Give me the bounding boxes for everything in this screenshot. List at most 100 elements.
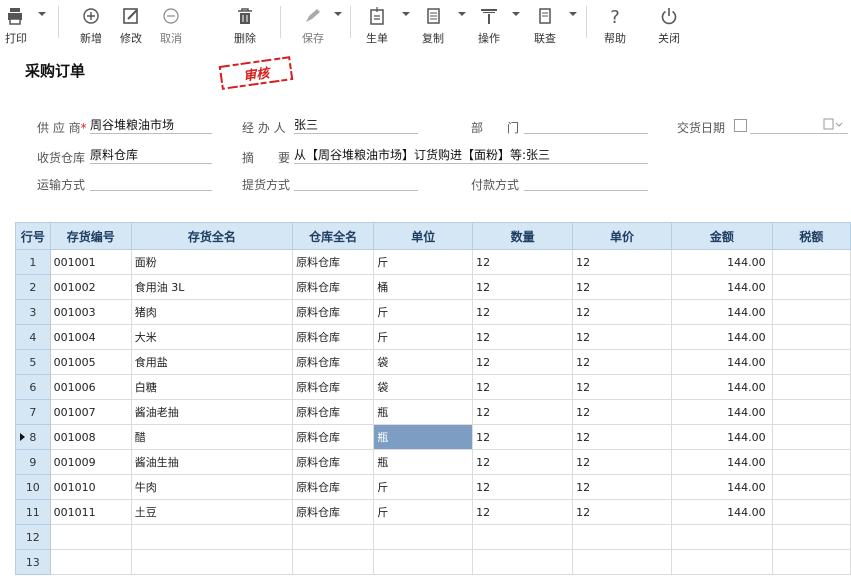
cell-amount[interactable]: 144.00 — [671, 374, 773, 400]
cell-warehouse[interactable]: 原料仓库 — [292, 449, 375, 475]
generate-dropdown-icon[interactable] — [402, 12, 410, 16]
cell-unit[interactable]: 斤 — [373, 324, 474, 350]
cell-item-name[interactable]: 牛肉 — [130, 474, 294, 500]
cell-tax[interactable] — [771, 374, 851, 400]
cell-item-name[interactable]: 大米 — [130, 324, 294, 350]
cell-item-name[interactable]: 酱油老抽 — [130, 399, 294, 425]
cell-quantity[interactable]: 12 — [472, 324, 574, 350]
cell-quantity[interactable]: 12 — [472, 349, 574, 375]
table-row[interactable]: 6 001006 白糖 原料仓库袋 12 12 144.00 — [15, 374, 851, 400]
cell-warehouse[interactable]: 原料仓库 — [292, 424, 375, 450]
cell-tax[interactable] — [771, 349, 851, 375]
column-header-amount[interactable]: 金额 — [671, 222, 773, 250]
cell-quantity[interactable]: 12 — [472, 274, 574, 300]
cell-tax[interactable] — [771, 324, 851, 350]
cell-amount[interactable]: 144.00 — [671, 324, 773, 350]
cell-amount[interactable] — [671, 549, 773, 575]
cell-quantity[interactable]: 12 — [472, 474, 574, 500]
dept-field[interactable] — [524, 117, 648, 134]
table-row[interactable]: 13 — [15, 549, 851, 575]
close-button[interactable]: 关闭 — [652, 0, 686, 45]
supplier-field[interactable]: 周谷堆粮油市场 — [90, 117, 212, 134]
cell-item-name[interactable]: 食用盐 — [130, 349, 294, 375]
summary-field[interactable]: 从【周谷堆粮油市场】订货购进【面粉】等:张三 — [294, 147, 648, 164]
cell-amount[interactable]: 144.00 — [671, 449, 773, 475]
cell-item-name[interactable]: 猪肉 — [130, 299, 294, 325]
cell-warehouse[interactable]: 原料仓库 — [292, 349, 375, 375]
cell-unit-price[interactable]: 12 — [572, 349, 673, 375]
column-header-warehouse[interactable]: 仓库全名 — [292, 222, 375, 250]
column-header-item-name[interactable]: 存货全名 — [130, 222, 294, 250]
pickup-field[interactable] — [294, 174, 418, 191]
table-row[interactable]: 4 001004 大米 原料仓库斤 12 12 144.00 — [15, 324, 851, 350]
query-button[interactable]: 联查 — [528, 0, 562, 45]
cell-unit[interactable]: 袋 — [373, 349, 474, 375]
cancel-button[interactable]: 取消 — [154, 0, 188, 45]
cell-item-code[interactable]: 001006 — [49, 374, 132, 400]
cell-unit-price[interactable]: 12 — [572, 299, 673, 325]
cell-unit[interactable]: 斤 — [373, 499, 474, 525]
cell-amount[interactable]: 144.00 — [671, 274, 773, 300]
cell-warehouse[interactable]: 原料仓库 — [292, 399, 375, 425]
cell-warehouse[interactable] — [292, 549, 375, 575]
cell-tax[interactable] — [771, 549, 851, 575]
table-row[interactable]: 9 001009 酱油生抽 原料仓库瓶 12 12 144.00 — [15, 449, 851, 475]
table-row[interactable]: 8 001008 醋原料仓库瓶 12 12 144.00 — [15, 424, 851, 450]
cell-quantity[interactable] — [472, 524, 574, 550]
cell-warehouse[interactable] — [292, 524, 375, 550]
column-header-unit-price[interactable]: 单价 — [572, 222, 673, 250]
query-dropdown-icon[interactable] — [569, 12, 577, 16]
cell-quantity[interactable]: 12 — [472, 499, 574, 525]
cell-quantity[interactable]: 12 — [472, 449, 574, 475]
cell-tax[interactable] — [771, 449, 851, 475]
cell-quantity[interactable]: 12 — [472, 424, 574, 450]
table-row[interactable]: 1 001001 面粉 原料仓库斤 12 12 144.00 — [15, 249, 851, 275]
cell-unit[interactable]: 瓶 — [373, 399, 474, 425]
cell-amount[interactable]: 144.00 — [671, 499, 773, 525]
table-row[interactable]: 12 — [15, 524, 851, 550]
cell-quantity[interactable]: 12 — [472, 249, 574, 275]
cell-quantity[interactable]: 12 — [472, 299, 574, 325]
delivery-date-checkbox[interactable] — [734, 119, 747, 132]
table-row[interactable]: 3 001003 猪肉 原料仓库斤 12 12 144.00 — [15, 299, 851, 325]
cell-item-code[interactable]: 001009 — [49, 449, 132, 475]
warehouse-field[interactable]: 原料仓库 — [90, 147, 212, 164]
table-row[interactable]: 11 001011 土豆 原料仓库斤 12 12 144.00 — [15, 499, 851, 525]
payment-field[interactable] — [524, 174, 648, 191]
edit-button[interactable]: 修改 — [114, 0, 148, 45]
cell-item-name[interactable]: 醋 — [130, 424, 294, 450]
print-button[interactable]: 打印 — [2, 0, 30, 45]
new-button[interactable]: 新增 — [74, 0, 108, 45]
cell-amount[interactable] — [671, 524, 773, 550]
cell-unit-price[interactable]: 12 — [572, 374, 673, 400]
cell-unit-price[interactable]: 12 — [572, 449, 673, 475]
cell-tax[interactable] — [771, 299, 851, 325]
cell-unit[interactable]: 桶 — [373, 274, 474, 300]
table-row[interactable]: 7 001007 酱油老抽 原料仓库瓶 12 12 144.00 — [15, 399, 851, 425]
cell-item-name[interactable]: 食用油 3L — [130, 274, 294, 300]
cell-warehouse[interactable]: 原料仓库 — [292, 474, 375, 500]
cell-unit-price[interactable]: 12 — [572, 324, 673, 350]
delete-button[interactable]: 删除 — [228, 0, 262, 45]
cell-item-name[interactable] — [130, 524, 294, 550]
cell-unit[interactable]: 斤 — [373, 474, 474, 500]
cell-item-code[interactable]: 001005 — [49, 349, 132, 375]
cell-unit-price[interactable]: 12 — [572, 424, 673, 450]
cell-amount[interactable]: 144.00 — [671, 424, 773, 450]
save-button[interactable]: 保存 — [296, 0, 330, 45]
table-row[interactable]: 5 001005 食用盐 原料仓库袋 12 12 144.00 — [15, 349, 851, 375]
cell-amount[interactable]: 144.00 — [671, 474, 773, 500]
operate-button[interactable]: 操作 — [472, 0, 506, 45]
cell-warehouse[interactable]: 原料仓库 — [292, 374, 375, 400]
transport-field[interactable] — [90, 174, 212, 191]
cell-unit-price[interactable]: 12 — [572, 399, 673, 425]
copy-button[interactable]: 复制 — [416, 0, 450, 45]
cell-item-code[interactable]: 001011 — [49, 499, 132, 525]
cell-warehouse[interactable]: 原料仓库 — [292, 299, 375, 325]
cell-item-code[interactable]: 001001 — [49, 249, 132, 275]
cell-quantity[interactable]: 12 — [472, 399, 574, 425]
column-header-quantity[interactable]: 数量 — [472, 222, 574, 250]
save-dropdown-icon[interactable] — [334, 12, 342, 16]
table-row[interactable]: 10 001010 牛肉 原料仓库斤 12 12 144.00 — [15, 474, 851, 500]
column-header-row-no[interactable]: 行号 — [15, 222, 51, 250]
